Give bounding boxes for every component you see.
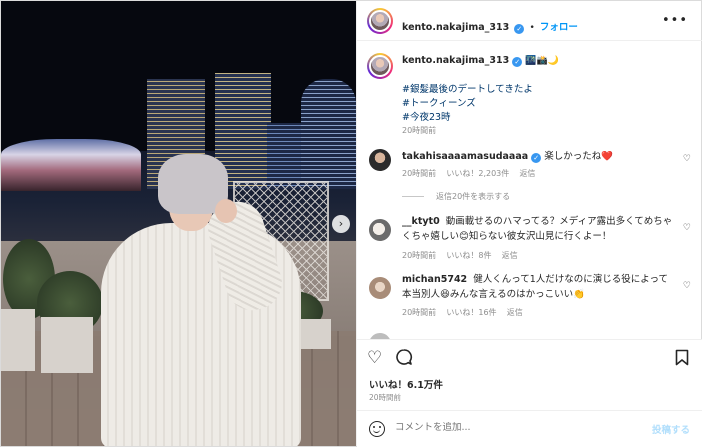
post-actions: ♡ いいね！6.1万件 20時間前 投稿する [357,339,702,447]
replies-divider [402,196,424,197]
comment-likes[interactable]: いいね！16件 [446,308,496,317]
caption-timestamp: 20時間前 [402,126,437,135]
avatar[interactable] [367,53,393,79]
verified-icon: ✓ [531,153,542,163]
emoji-icon[interactable] [369,421,385,437]
like-comment-heart-icon[interactable]: ♡ [683,154,691,164]
comment-meta: 20時間前 いいね！16件 返信 [402,307,523,318]
like-comment-heart-icon[interactable]: ♡ [683,281,691,291]
planter [1,309,35,371]
reply-button[interactable]: 返信 [507,308,523,317]
post-comment-button[interactable]: 投稿する [652,422,690,436]
avatar[interactable] [367,147,393,173]
like-heart-icon[interactable]: ♡ [367,349,382,367]
post-header: kento.nakajima_313 ✓ • フォロー ••• [357,1,702,41]
hashtag-link[interactable]: #銀髪最後のデートしてきたよ [402,81,533,95]
comment-text: 動画載せるのハマってる？メディア露出多くてめちゃくちゃ嬉しい😊知らない彼女沢山見… [402,216,673,242]
comment-meta: 20時間前 いいね！8件 返信 [402,250,518,261]
comment-meta: 20時間前 いいね！2,203件 返信 [402,168,535,179]
comment-likes[interactable]: いいね！2,203件 [446,169,509,178]
comment-username[interactable]: __ktyt0 [402,216,440,227]
caption-user-row: kento.nakajima_313 ✓ 🌃📸🌙 [402,55,559,67]
post-photo[interactable]: › [1,1,356,446]
comment-likes[interactable]: いいね！8件 [446,251,491,260]
bookmark-icon[interactable] [675,349,689,370]
comment-username[interactable]: michan5742 [402,274,467,285]
person-hand [215,199,237,223]
header-user-row: kento.nakajima_313 ✓ • フォロー [402,15,578,34]
avatar[interactable] [367,8,393,34]
arena-building [1,139,141,191]
comment-body: takahisaaaamasudaaaa ✓ 楽しかったね❤️ [402,149,672,164]
verified-icon: ✓ [514,24,525,34]
reply-button[interactable]: 返信 [502,251,518,260]
follow-button[interactable]: フォロー [540,22,578,33]
caption-username[interactable]: kento.nakajima_313 [402,55,509,66]
like-comment-heart-icon[interactable]: ♡ [683,223,691,233]
comment-body: __ktyt0 動画載せるのハマってる？メディア露出多くてめちゃくちゃ嬉しい😊知… [402,214,674,244]
view-replies-link[interactable]: 返信20件を表示する [402,191,510,202]
avatar[interactable] [367,217,393,243]
comment-body: michan5742 健人くんって1人だけなのに演じる役によって本当別人😆みんな… [402,272,674,302]
comment-time: 20時間前 [402,308,437,317]
hashtag-link[interactable]: #トークィーンズ [402,95,476,109]
separator-dot: • [529,23,535,33]
planter [41,317,93,373]
skyscraper [267,123,303,189]
comment-username[interactable]: takahisaaaamasudaaaa [402,151,528,162]
hashtag-link[interactable]: #今夜23時 [402,109,451,123]
next-photo-button[interactable]: › [332,215,350,233]
comment-time: 20時間前 [402,251,437,260]
verified-icon: ✓ [512,57,523,67]
skyscraper [301,79,356,189]
like-count[interactable]: いいね！6.1万件 [369,377,443,391]
post-author-username[interactable]: kento.nakajima_313 [402,22,509,33]
more-options-icon[interactable]: ••• [662,13,688,28]
caption-emoji: 🌃📸🌙 [525,56,559,66]
post-side-panel: kento.nakajima_313 ✓ • フォロー ••• kento.na… [356,1,702,447]
comment-bubble-icon[interactable] [395,348,413,370]
comment-composer: 投稿する [357,410,702,447]
comment-text: 楽しかったね❤️ [544,151,614,162]
comment-time: 20時間前 [402,169,437,178]
comment-input[interactable] [395,422,635,433]
post-timestamp: 20時間前 [369,393,402,402]
reply-button[interactable]: 返信 [519,169,535,178]
view-replies-label: 返信20件を表示する [436,192,511,201]
avatar[interactable] [367,275,393,301]
